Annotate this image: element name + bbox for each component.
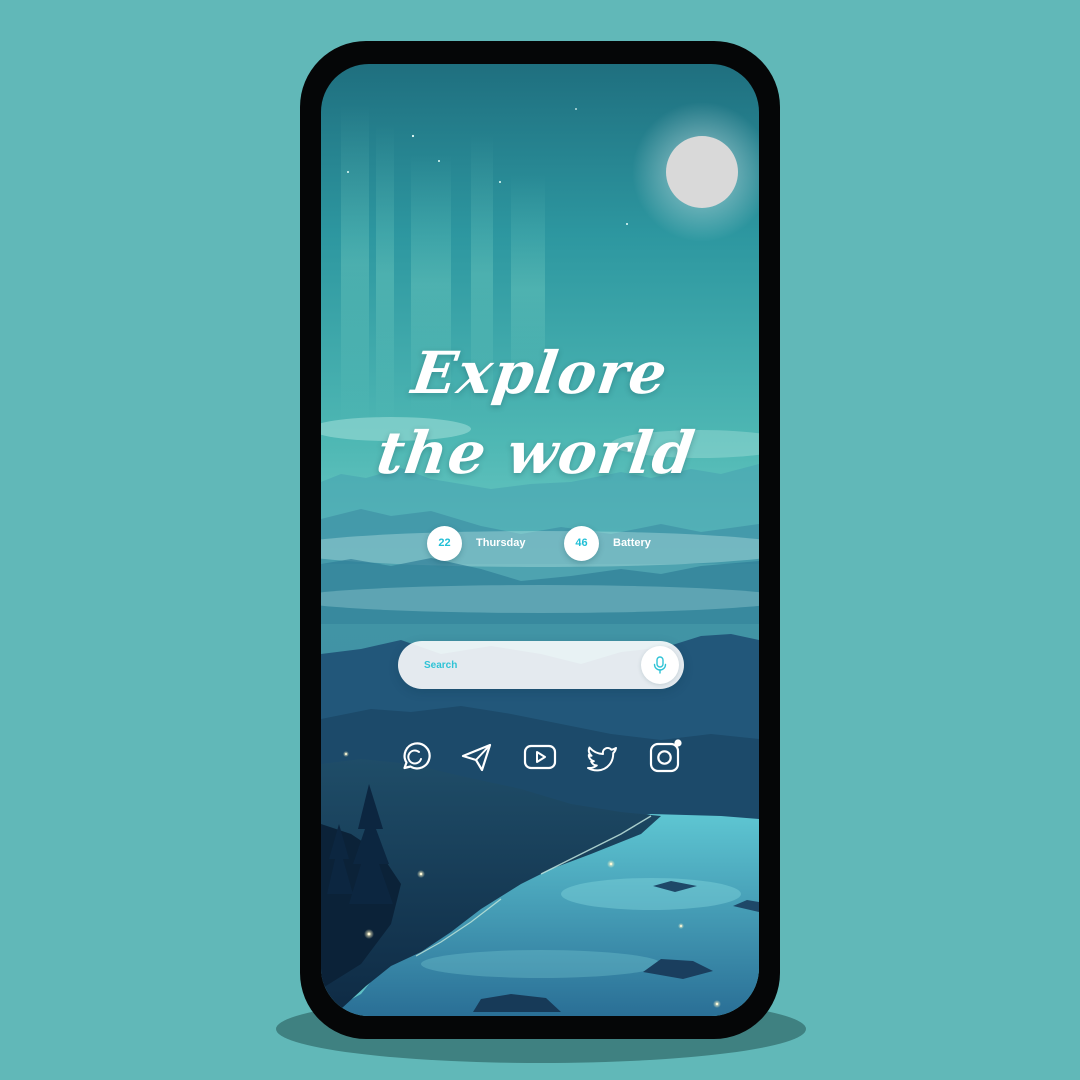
search-input[interactable] (424, 655, 624, 675)
instagram-icon (649, 739, 682, 773)
stage: Explore the world 22 Thursday 46 Battery (0, 0, 1080, 1080)
telegram-icon (461, 743, 492, 772)
phone-screen: Explore the world 22 Thursday 46 Battery (321, 64, 759, 1016)
whatsapp-icon (403, 742, 431, 770)
battery-widget: 46 Battery (564, 524, 651, 562)
telegram-app[interactable] (457, 737, 497, 777)
microphone-icon (653, 656, 667, 674)
whatsapp-app[interactable] (395, 737, 435, 777)
date-widget: 22 Thursday (427, 524, 526, 562)
headline-line-2: the world (372, 419, 700, 487)
headline-line-1: Explore (407, 339, 673, 407)
twitter-icon (587, 746, 617, 772)
instagram-app[interactable] (645, 737, 685, 777)
youtube-app[interactable] (520, 737, 560, 777)
battery-label: Battery (613, 537, 651, 549)
wallpaper (321, 64, 759, 1016)
twitter-app[interactable] (582, 737, 622, 777)
youtube-icon (523, 744, 557, 770)
phone-frame: Explore the world 22 Thursday 46 Battery (300, 41, 780, 1039)
battery-level: 46 (564, 525, 599, 561)
search-bar[interactable] (398, 641, 684, 689)
date-number: 22 (427, 525, 462, 561)
date-day: Thursday (476, 537, 526, 549)
app-dock (395, 737, 687, 777)
microphone-button[interactable] (641, 646, 679, 684)
